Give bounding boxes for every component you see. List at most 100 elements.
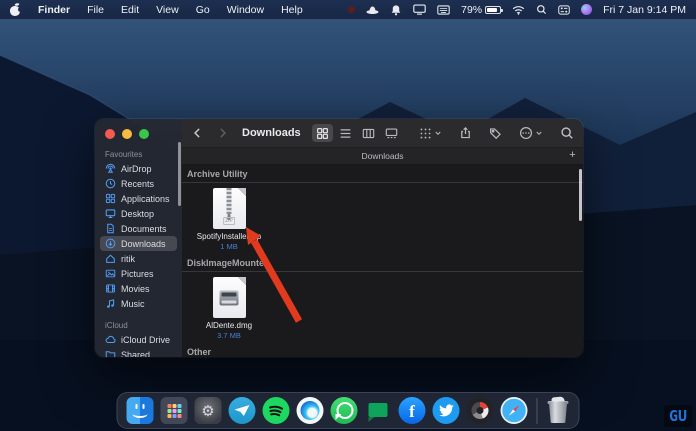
siri-icon[interactable] xyxy=(581,4,593,15)
sidebar-item-applications[interactable]: Applications xyxy=(100,191,177,206)
finder-main: Downloads Downloads + Archive Utility ZI… xyxy=(182,119,583,357)
sidebar-item-documents[interactable]: Documents xyxy=(100,221,177,236)
list-view-button[interactable] xyxy=(335,124,356,142)
dock: ⚙ xyxy=(116,392,580,429)
icloud-icon xyxy=(105,335,116,343)
sidebar-item-label: Applications xyxy=(121,193,170,204)
wifi-icon[interactable] xyxy=(512,5,525,15)
file-aldente-dmg[interactable]: AlDente.dmg 3.7 MB xyxy=(184,277,274,340)
menu-window[interactable]: Window xyxy=(227,4,264,16)
control-center-icon[interactable] xyxy=(558,4,570,15)
group-by-button[interactable] xyxy=(419,127,442,140)
dock-finder-icon[interactable] xyxy=(126,397,154,424)
spotlight-search-icon[interactable] xyxy=(536,4,547,15)
finder-sidebar: Favourites AirDrop Recents Applications … xyxy=(95,119,182,357)
dock-edge-browser-icon[interactable] xyxy=(296,397,324,424)
sidebar-item-label: Movies xyxy=(121,283,150,294)
sidebar-item-airdrop[interactable]: AirDrop xyxy=(100,161,177,176)
menu-view[interactable]: View xyxy=(156,4,179,16)
sidebar-section-favourites: Favourites xyxy=(105,150,143,159)
menu-help[interactable]: Help xyxy=(281,4,303,16)
column-view-button[interactable] xyxy=(358,124,379,142)
sidebar-item-music[interactable]: Music xyxy=(100,296,177,311)
clock-icon xyxy=(105,178,116,189)
sidebar-item-icloud-drive[interactable]: iCloud Drive xyxy=(100,332,177,347)
menu-file[interactable]: File xyxy=(87,4,104,16)
share-button[interactable] xyxy=(459,126,472,140)
sidebar-item-label: Music xyxy=(121,298,145,309)
forward-button[interactable] xyxy=(216,126,229,140)
music-icon xyxy=(107,299,115,308)
sidebar-item-label: Documents xyxy=(121,223,167,234)
sidebar-section-icloud: iCloud xyxy=(105,321,128,330)
group-header-other: Other xyxy=(182,343,583,357)
keyboard-input-icon[interactable] xyxy=(437,4,450,15)
group-header-archive-utility: Archive Utility xyxy=(182,165,583,183)
content-scrollbar[interactable] xyxy=(579,169,582,221)
chevron-down-icon xyxy=(435,131,441,135)
menu-bar: Finder File Edit View Go Window Help 79% xyxy=(0,0,696,19)
dock-divider xyxy=(536,397,538,424)
sidebar-item-movies[interactable]: Movies xyxy=(100,281,177,296)
zip-badge: ZIP xyxy=(223,217,235,225)
search-button[interactable] xyxy=(560,126,574,140)
sidebar-item-desktop[interactable]: Desktop xyxy=(100,206,177,221)
file-size: 3.7 MB xyxy=(217,331,241,340)
sidebar-item-label: Desktop xyxy=(121,208,155,219)
dock-google-chat-icon[interactable] xyxy=(365,397,392,424)
desktop: Finder File Edit View Go Window Help 79% xyxy=(0,0,696,431)
sidebar-item-downloads[interactable]: Downloads xyxy=(100,236,177,251)
battery-status[interactable]: 79% xyxy=(461,4,504,16)
dock-telegram-icon[interactable] xyxy=(228,397,256,424)
file-spotifyinstaller-zip[interactable]: ZIP SpotifyInstaller.zip 1 MB xyxy=(184,188,274,251)
dock-facebook-icon[interactable] xyxy=(398,397,426,424)
notification-bell-icon[interactable] xyxy=(390,4,402,16)
sidebar-item-label: Recents xyxy=(121,178,155,189)
gallery-view-button[interactable] xyxy=(381,124,402,142)
dock-utility-app-icon[interactable] xyxy=(466,397,494,424)
file-name: SpotifyInstaller.zip xyxy=(196,232,262,241)
dock-launchpad-icon[interactable] xyxy=(160,397,188,424)
sidebar-item-label: ritik xyxy=(121,253,135,264)
minimize-button[interactable] xyxy=(122,129,132,139)
zip-file-icon: ZIP xyxy=(212,188,246,229)
recording-dot-icon[interactable] xyxy=(348,6,356,13)
dock-system-preferences-icon[interactable]: ⚙ xyxy=(194,397,222,424)
dock-safari-icon[interactable] xyxy=(500,397,528,424)
sidebar-item-recents[interactable]: Recents xyxy=(100,176,177,191)
more-actions-button[interactable] xyxy=(519,126,543,140)
close-button[interactable] xyxy=(105,129,115,139)
group-header-diskimagemounter: DiskImageMounter xyxy=(182,254,583,272)
desktop-icon xyxy=(105,209,116,219)
zoom-button[interactable] xyxy=(139,129,149,139)
window-title: Downloads xyxy=(242,127,301,139)
menu-edit[interactable]: Edit xyxy=(121,4,139,16)
menubar-hat-app-icon[interactable] xyxy=(366,4,379,15)
tags-button[interactable] xyxy=(489,127,502,140)
menu-go[interactable]: Go xyxy=(196,4,210,16)
sidebar-item-home[interactable]: ritik xyxy=(100,251,177,266)
menu-app-name[interactable]: Finder xyxy=(38,4,70,16)
dock-trash-icon[interactable] xyxy=(547,396,570,424)
icon-view-button[interactable] xyxy=(312,124,333,142)
tab-bar: Downloads + xyxy=(182,148,583,165)
battery-icon xyxy=(485,5,504,14)
window-controls xyxy=(95,127,182,147)
finder-toolbar: Downloads xyxy=(182,119,583,148)
apple-menu-icon[interactable] xyxy=(10,1,23,16)
menubar-clock[interactable]: Fri 7 Jan 9:14 PM xyxy=(603,4,686,16)
movies-icon xyxy=(106,284,115,293)
sidebar-item-shared[interactable]: Shared xyxy=(100,347,177,357)
dock-twitter-icon[interactable] xyxy=(432,397,460,424)
display-mirroring-icon[interactable] xyxy=(413,4,426,15)
sidebar-scrollbar[interactable] xyxy=(178,142,181,206)
new-tab-button[interactable]: + xyxy=(566,149,579,162)
dock-spotify-icon[interactable] xyxy=(262,397,290,424)
sidebar-item-pictures[interactable]: Pictures xyxy=(100,266,177,281)
tab-downloads[interactable]: Downloads xyxy=(361,151,403,161)
back-button[interactable] xyxy=(191,126,204,140)
sidebar-item-label: AirDrop xyxy=(121,163,152,174)
dock-whatsapp-icon[interactable] xyxy=(330,397,358,424)
pictures-icon xyxy=(105,269,116,278)
document-icon xyxy=(107,223,114,234)
